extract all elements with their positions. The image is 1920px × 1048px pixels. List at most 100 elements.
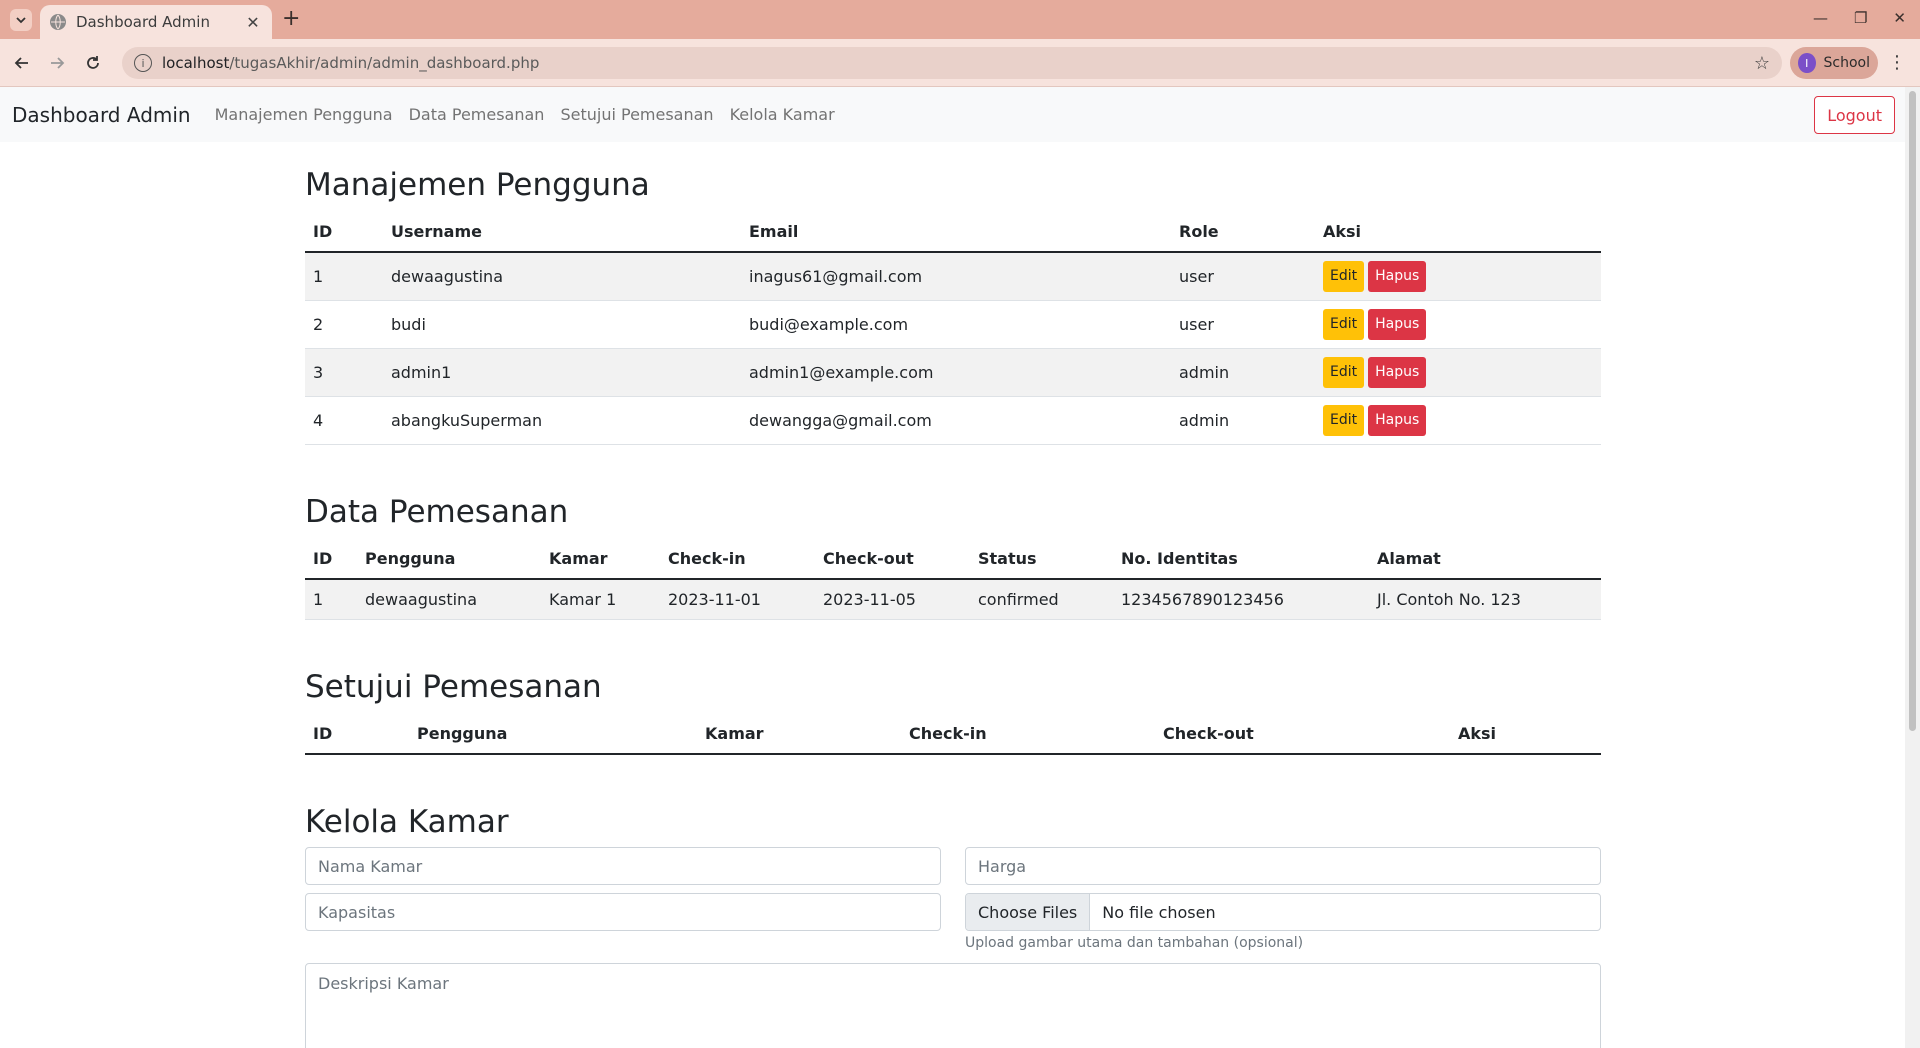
form-col: Nama Kamar <box>305 847 941 885</box>
nav-link-users[interactable]: Manajemen Pengguna <box>215 105 393 124</box>
column-header: Kamar <box>541 538 660 580</box>
cell-email: budi@example.com <box>741 300 1171 349</box>
column-header: Kamar <box>697 714 901 755</box>
price-input[interactable]: Harga <box>965 847 1601 885</box>
column-header: Pengguna <box>357 538 541 580</box>
nav-link-approve[interactable]: Setujui Pemesanan <box>560 105 713 124</box>
cell-email: inagus61@gmail.com <box>741 252 1171 301</box>
cell-id: 1 <box>305 578 357 620</box>
form-row: Kapasitas Choose Files No file chosen Up… <box>305 893 1601 951</box>
cell-username: admin1 <box>383 348 741 397</box>
column-header: ID <box>305 714 409 755</box>
section-title-rooms: Kelola Kamar <box>305 804 509 840</box>
cell-id: 4 <box>305 396 383 445</box>
minimize-icon[interactable]: — <box>1813 10 1828 26</box>
form-row: Nama Kamar Harga <box>305 847 1601 885</box>
close-window-icon[interactable]: ✕ <box>1893 10 1906 26</box>
logout-button[interactable]: Logout <box>1814 96 1895 134</box>
table-header-row: ID Pengguna Kamar Check-in Check-out Aks… <box>305 714 1601 755</box>
edit-button[interactable]: Edit <box>1323 404 1365 436</box>
cell-role: admin <box>1171 348 1315 397</box>
tab-search-chevron-icon[interactable] <box>10 9 32 31</box>
cell-id: 1 <box>305 252 383 301</box>
section-title-approve: Setujui Pemesanan <box>305 669 602 705</box>
edit-button[interactable]: Edit <box>1323 260 1365 292</box>
room-name-input[interactable]: Nama Kamar <box>305 847 941 885</box>
cell-role: user <box>1171 300 1315 349</box>
nav-link-bookings[interactable]: Data Pemesanan <box>409 105 545 124</box>
column-header: Check-in <box>901 714 1155 755</box>
navbar-brand[interactable]: Dashboard Admin <box>12 103 191 127</box>
window-controls: — ❐ ✕ <box>1813 10 1906 26</box>
profile-button[interactable]: I School <box>1790 47 1878 79</box>
cell-address: Jl. Contoh No. 123 <box>1369 578 1601 620</box>
edit-button[interactable]: Edit <box>1323 308 1365 340</box>
cell-actions: Edit Hapus <box>1315 300 1601 349</box>
image-file-input[interactable]: Choose Files No file chosen <box>965 893 1601 931</box>
column-header: Email <box>741 212 1171 253</box>
page-scrollbar[interactable] <box>1905 87 1920 1048</box>
cell-room: Kamar 1 <box>541 578 660 620</box>
column-header: Pengguna <box>409 714 697 755</box>
browser-tab-active[interactable]: Dashboard Admin ✕ <box>40 5 272 39</box>
cell-user: dewaagustina <box>357 578 541 620</box>
capacity-input[interactable]: Kapasitas <box>305 893 941 931</box>
browser-menu-icon[interactable]: ⋮ <box>1888 53 1906 73</box>
restore-icon[interactable]: ❐ <box>1854 10 1867 26</box>
table-header-row: ID Username Email Role Aksi <box>305 212 1601 253</box>
column-header: Role <box>1171 212 1315 253</box>
column-header: Aksi <box>1315 212 1601 253</box>
table-row: 3 admin1 admin1@example.com admin Edit Ha… <box>305 348 1601 397</box>
column-header: Check-out <box>1155 714 1450 755</box>
form-col: Choose Files No file chosen Upload gamba… <box>965 893 1601 951</box>
delete-button[interactable]: Hapus <box>1368 308 1427 340</box>
bookings-table: ID Pengguna Kamar Check-in Check-out Sta… <box>305 538 1601 620</box>
column-header: ID <box>305 538 357 580</box>
scrollbar-thumb[interactable] <box>1909 91 1916 731</box>
url-text: localhost/tugasAkhir/admin/admin_dashboa… <box>162 54 540 72</box>
delete-button[interactable]: Hapus <box>1368 356 1427 388</box>
column-header: Status <box>970 538 1113 580</box>
close-tab-icon[interactable]: ✕ <box>244 13 262 32</box>
delete-button[interactable]: Hapus <box>1368 260 1427 292</box>
bookmark-star-icon[interactable]: ☆ <box>1754 53 1770 74</box>
delete-button[interactable]: Hapus <box>1368 404 1427 436</box>
back-arrow-icon[interactable] <box>10 51 34 75</box>
column-header: Aksi <box>1450 714 1601 755</box>
address-bar[interactable]: i localhost/tugasAkhir/admin/admin_dashb… <box>122 47 1782 79</box>
cell-id: 2 <box>305 300 383 349</box>
description-textarea[interactable]: Deskripsi Kamar <box>305 963 1601 1048</box>
cell-checkin: 2023-11-01 <box>660 578 815 620</box>
cell-identity: 1234567890123456 <box>1113 578 1369 620</box>
column-header: Check-in <box>660 538 815 580</box>
users-table: ID Username Email Role Aksi 1 dewaagusti… <box>305 212 1601 445</box>
site-info-icon[interactable]: i <box>134 54 152 72</box>
approve-table: ID Pengguna Kamar Check-in Check-out Aks… <box>305 714 1601 755</box>
new-tab-plus-icon[interactable]: + <box>282 8 300 30</box>
cell-checkout: 2023-11-05 <box>815 578 970 620</box>
admin-navbar: Dashboard Admin Manajemen Pengguna Data … <box>0 87 1905 142</box>
edit-button[interactable]: Edit <box>1323 356 1365 388</box>
cell-email: admin1@example.com <box>741 348 1171 397</box>
section-title-users: Manajemen Pengguna <box>305 167 650 203</box>
cell-email: dewangga@gmail.com <box>741 396 1171 445</box>
table-row: 1 dewaagustina inagus61@gmail.com user E… <box>305 252 1601 301</box>
column-header: No. Identitas <box>1113 538 1369 580</box>
avatar: I <box>1798 53 1816 73</box>
cell-role: user <box>1171 252 1315 301</box>
cell-id: 3 <box>305 348 383 397</box>
forward-arrow-icon[interactable] <box>45 51 69 75</box>
form-col: Kapasitas <box>305 893 941 951</box>
browser-toolbar: i localhost/tugasAkhir/admin/admin_dashb… <box>0 39 1920 87</box>
main-container: Manajemen Pengguna ID Username Email Rol… <box>305 142 1601 1048</box>
reload-icon[interactable] <box>81 51 105 75</box>
table-row: 2 budi budi@example.com user Edit Hapus <box>305 300 1601 349</box>
nav-link-rooms[interactable]: Kelola Kamar <box>730 105 835 124</box>
file-help-text: Upload gambar utama dan tambahan (opsion… <box>965 935 1304 951</box>
choose-files-button[interactable]: Choose Files <box>966 894 1091 930</box>
table-row: 1 dewaagustina Kamar 1 2023-11-01 2023-1… <box>305 578 1601 620</box>
cell-username: budi <box>383 300 741 349</box>
tab-title: Dashboard Admin <box>76 13 210 31</box>
file-status: No file chosen <box>1102 902 1216 922</box>
table-row: 4 abangkuSuperman dewangga@gmail.com adm… <box>305 396 1601 445</box>
